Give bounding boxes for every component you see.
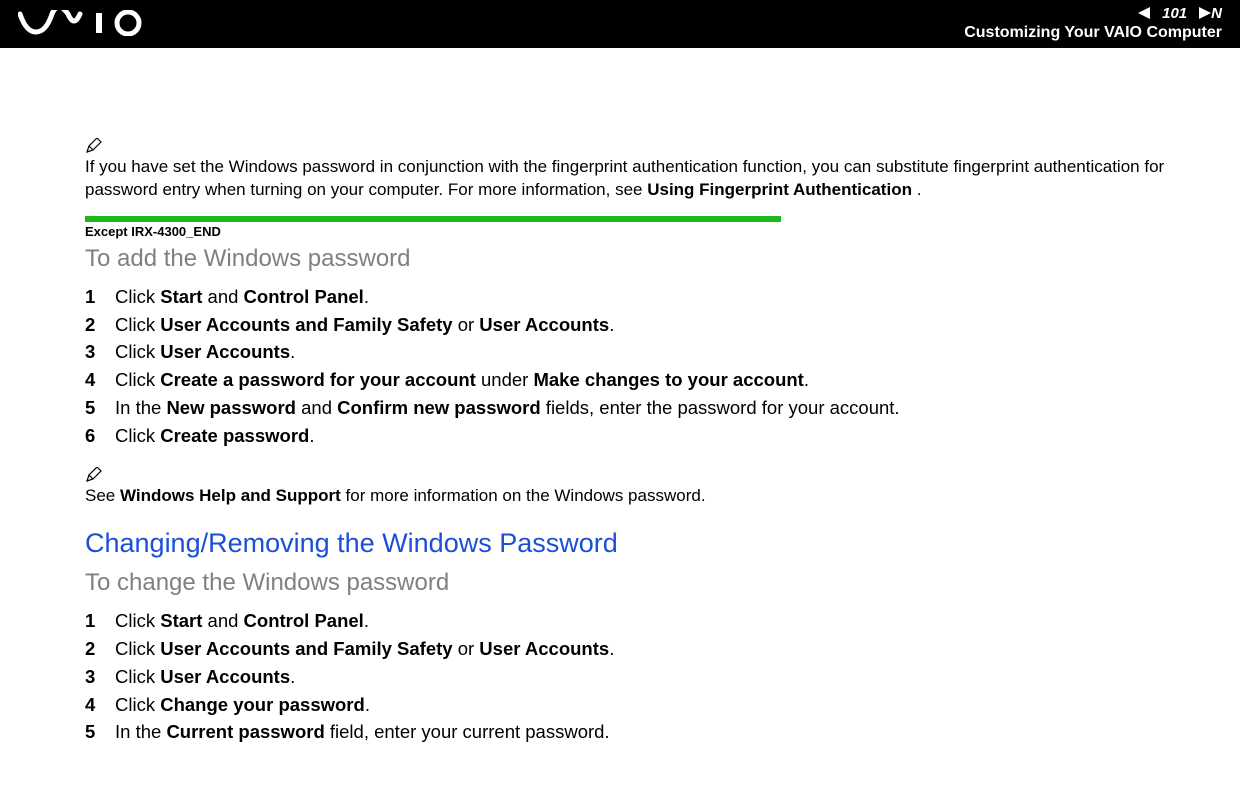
step-text: Click Start and Control Panel.: [115, 283, 369, 311]
subheading-add: To add the Windows password: [85, 245, 1180, 273]
step-row: 3Click User Accounts.: [85, 338, 1180, 366]
page-content: If you have set the Windows password in …: [0, 48, 1240, 784]
step-text: Click User Accounts.: [115, 338, 295, 366]
step-row: 2Click User Accounts and Family Safety o…: [85, 635, 1180, 663]
step-text: In the New password and Confirm new pass…: [115, 394, 900, 422]
step-text: In the Current password field, enter you…: [115, 718, 610, 746]
step-number: 1: [85, 607, 115, 635]
step-number: 3: [85, 338, 115, 366]
note-block-2: See Windows Help and Support for more in…: [85, 467, 1180, 508]
step-text: Click Create a password for your account…: [115, 366, 809, 394]
subheading-change: To change the Windows password: [85, 569, 1180, 597]
step-number: 6: [85, 422, 115, 450]
step-number: 5: [85, 718, 115, 746]
step-row: 5In the New password and Confirm new pas…: [85, 394, 1180, 422]
note-text-1: If you have set the Windows password in …: [85, 156, 1180, 202]
step-row: 2Click User Accounts and Family Safety o…: [85, 311, 1180, 339]
header-right: 101 N Customizing Your VAIO Computer: [964, 5, 1222, 42]
note-text-2: See Windows Help and Support for more in…: [85, 485, 1180, 508]
page-nav: 101 N: [1138, 5, 1222, 22]
step-number: 1: [85, 283, 115, 311]
note-block-1: If you have set the Windows password in …: [85, 138, 1180, 202]
page-number: 101: [1162, 5, 1187, 22]
step-row: 1Click Start and Control Panel.: [85, 607, 1180, 635]
step-number: 3: [85, 663, 115, 691]
step-text: Click User Accounts.: [115, 663, 295, 691]
step-number: 2: [85, 311, 115, 339]
steps-change: 1Click Start and Control Panel.2Click Us…: [85, 607, 1180, 746]
except-tag: Except IRX-4300_END: [85, 224, 1180, 239]
step-row: 4Click Create a password for your accoun…: [85, 366, 1180, 394]
step-row: 1Click Start and Control Panel.: [85, 283, 1180, 311]
header-section-title: Customizing Your VAIO Computer: [964, 24, 1222, 42]
step-text: Click Change your password.: [115, 691, 370, 719]
step-row: 3Click User Accounts.: [85, 663, 1180, 691]
step-row: 4Click Change your password.: [85, 691, 1180, 719]
pencil-icon: [85, 467, 103, 483]
note1-pre: If you have set the Windows password in …: [85, 157, 1164, 199]
green-divider: [85, 216, 781, 222]
note1-post: .: [912, 180, 921, 199]
note1-bold: Using Fingerprint Authentication: [647, 180, 912, 199]
vaio-logo: [18, 10, 158, 36]
step-text: Click Create password.: [115, 422, 314, 450]
nav-prev-icon[interactable]: [1138, 7, 1158, 19]
step-text: Click User Accounts and Family Safety or…: [115, 635, 614, 663]
step-number: 4: [85, 691, 115, 719]
nav-letter: N: [1211, 5, 1222, 22]
pencil-icon: [85, 138, 103, 154]
steps-add: 1Click Start and Control Panel.2Click Us…: [85, 283, 1180, 450]
step-number: 4: [85, 366, 115, 394]
nav-next-icon[interactable]: [1191, 7, 1211, 19]
step-row: 6Click Create password.: [85, 422, 1180, 450]
step-text: Click User Accounts and Family Safety or…: [115, 311, 614, 339]
note2-pre: See: [85, 486, 120, 505]
page-header: 101 N Customizing Your VAIO Computer: [0, 0, 1240, 48]
note2-post: for more information on the Windows pass…: [341, 486, 706, 505]
heading-changing-removing: Changing/Removing the Windows Password: [85, 528, 1180, 559]
step-number: 2: [85, 635, 115, 663]
step-number: 5: [85, 394, 115, 422]
step-text: Click Start and Control Panel.: [115, 607, 369, 635]
note2-bold: Windows Help and Support: [120, 486, 341, 505]
step-row: 5In the Current password field, enter yo…: [85, 718, 1180, 746]
vaio-logo-svg: [18, 10, 158, 36]
